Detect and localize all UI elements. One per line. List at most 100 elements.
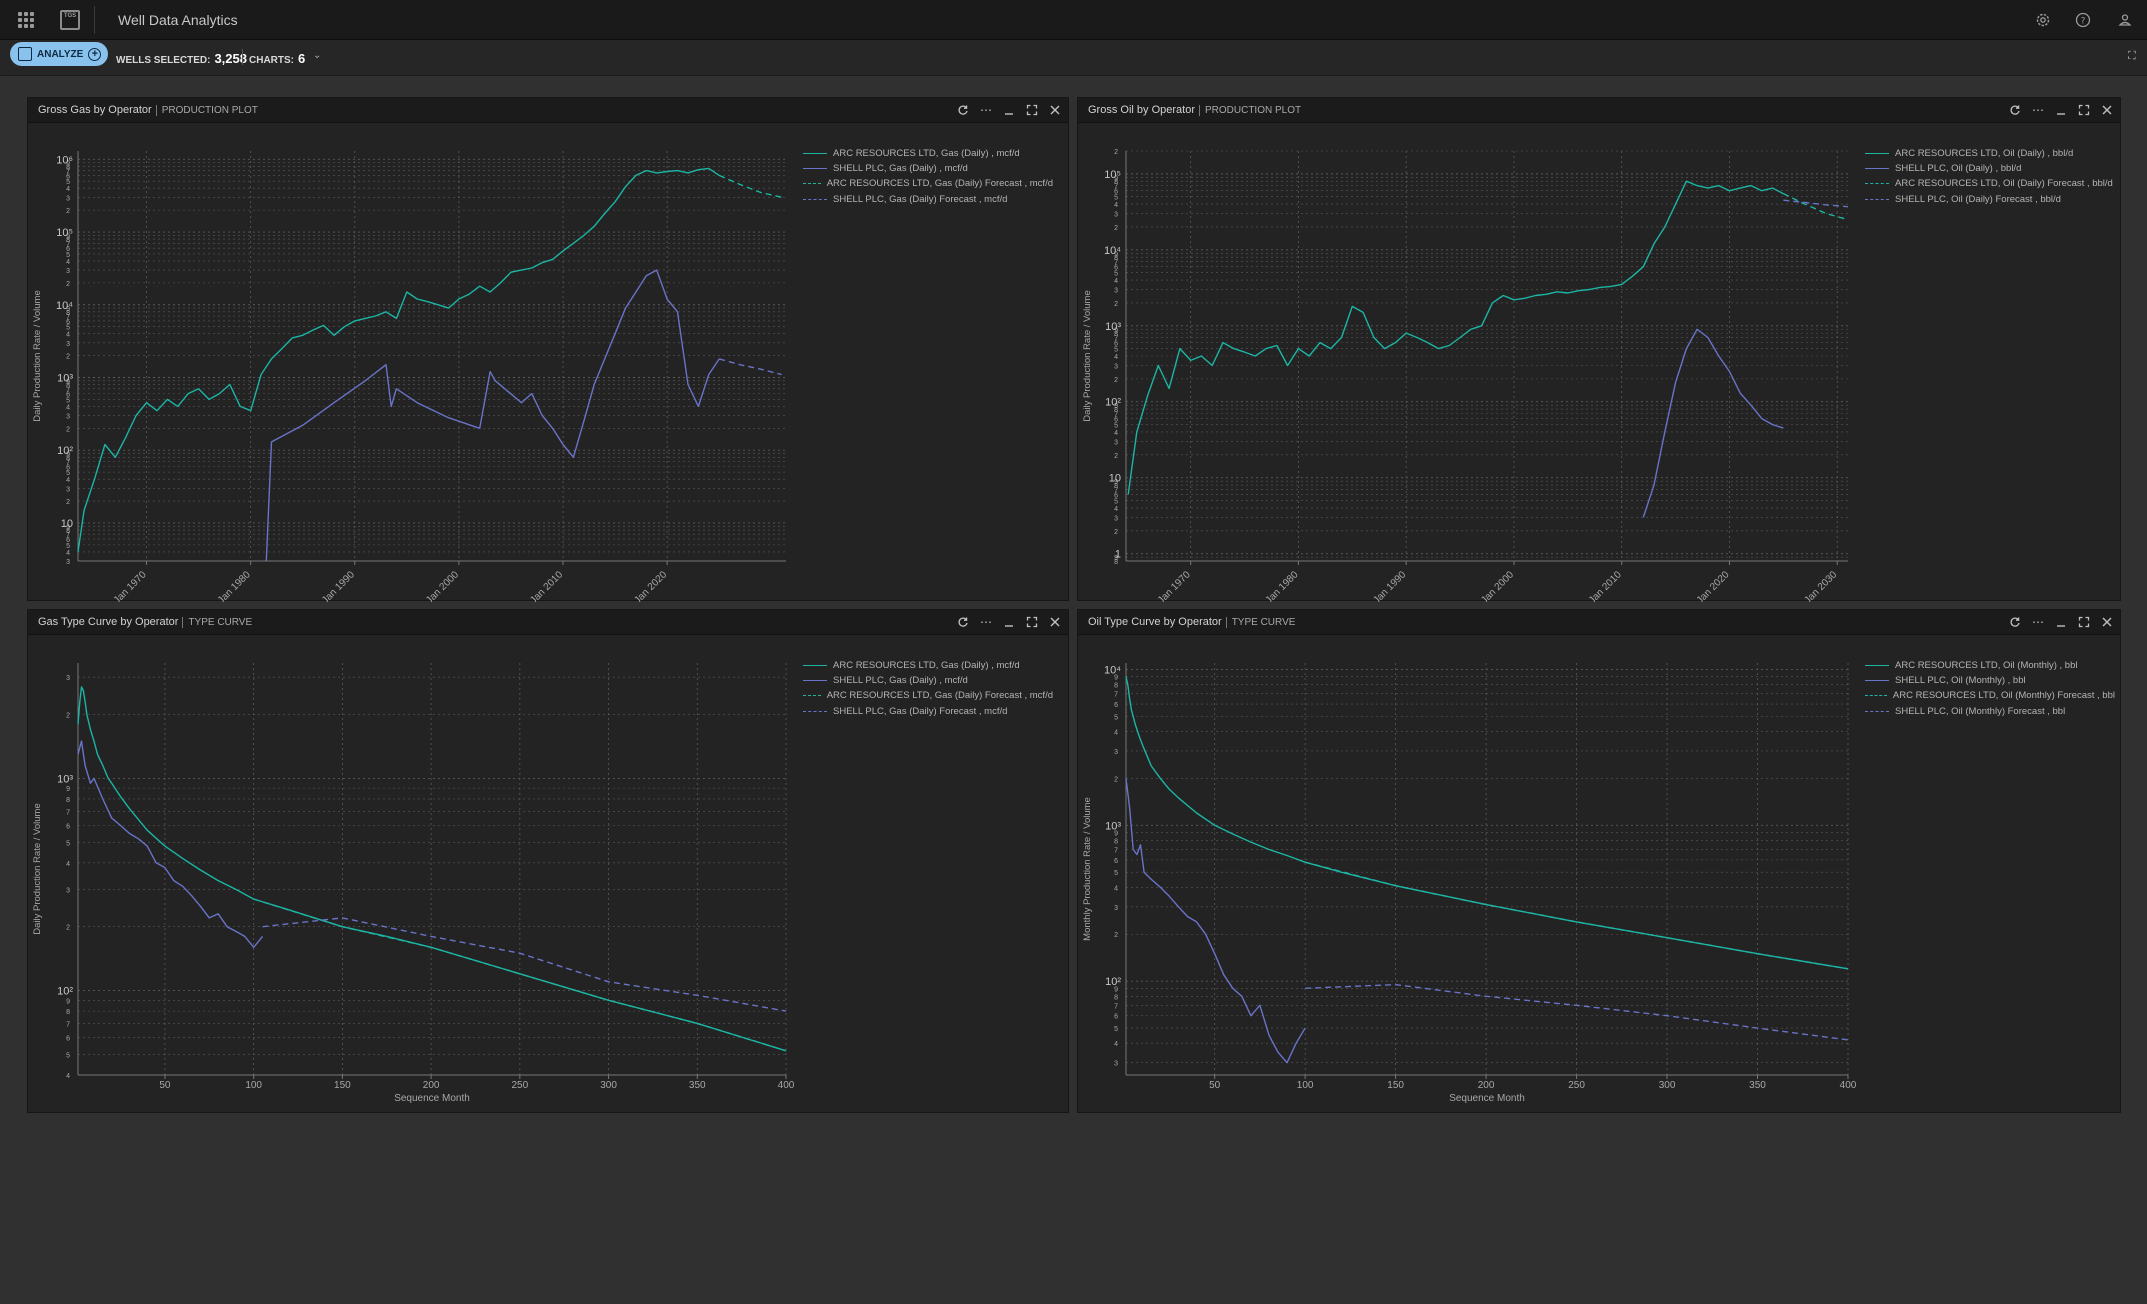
legend-item[interactable]: ARC RESOURCES LTD, Oil (Monthly) Forecas… xyxy=(1865,688,2115,703)
maximize-icon[interactable] xyxy=(1025,614,1039,630)
y-tick-label: 10⁴ xyxy=(1104,664,1121,676)
charts-count: CHARTS: 6 xyxy=(249,51,305,66)
legend-label: SHELL PLC, Gas (Daily) Forecast , mcf/d xyxy=(833,705,1008,717)
close-icon[interactable] xyxy=(2100,614,2114,630)
maximize-icon[interactable] xyxy=(1025,102,1039,118)
y-minor-tick-label: 3 xyxy=(66,268,70,275)
more-icon[interactable]: ⋯ xyxy=(2031,102,2045,118)
legend-item[interactable]: SHELL PLC, Oil (Monthly) , bbl xyxy=(1865,673,2115,688)
more-icon[interactable]: ⋯ xyxy=(979,102,993,118)
legend-swatch xyxy=(1865,168,1889,170)
legend-item[interactable]: ARC RESOURCES LTD, Oil (Monthly) , bbl xyxy=(1865,658,2115,673)
x-tick-label: Jan 2010 xyxy=(528,569,565,602)
refresh-icon[interactable] xyxy=(956,102,970,118)
panel-actions: ⋯ xyxy=(956,102,1062,118)
legend-item[interactable]: ARC RESOURCES LTD, Gas (Daily) , mcf/d xyxy=(803,658,1053,673)
legend-item[interactable]: SHELL PLC, Gas (Daily) Forecast , mcf/d xyxy=(803,704,1053,719)
x-tick-label: 250 xyxy=(511,1080,528,1091)
close-icon[interactable] xyxy=(2100,102,2114,118)
x-tick-label: 100 xyxy=(1297,1080,1314,1091)
legend-item[interactable]: ARC RESOURCES LTD, Gas (Daily) , mcf/d xyxy=(803,146,1053,161)
y-minor-tick-label: 3 xyxy=(1114,1061,1118,1068)
series-line[interactable] xyxy=(1782,192,1849,221)
panel-header: Gross Gas by Operator PRODUCTION PLOT ⋯ xyxy=(28,98,1068,123)
y-minor-tick-label: 2 xyxy=(1114,225,1118,232)
x-tick-label: 350 xyxy=(1749,1080,1766,1091)
refresh-icon[interactable] xyxy=(2008,614,2022,630)
legend-item[interactable]: SHELL PLC, Gas (Daily) , mcf/d xyxy=(803,161,1053,176)
y-minor-tick-label: 6 xyxy=(1114,858,1118,865)
series-line[interactable] xyxy=(1783,199,1849,208)
legend-item[interactable]: SHELL PLC, Oil (Daily) , bbl/d xyxy=(1865,161,2115,176)
y-axis-title: Daily Production Rate / Volume xyxy=(32,803,43,934)
y-tick-label: 10⁴ xyxy=(56,300,73,312)
series-line[interactable] xyxy=(1125,778,1306,1064)
y-minor-tick-label: 5 xyxy=(1114,499,1118,506)
y-minor-tick-label: 3 xyxy=(1114,288,1118,295)
minimize-icon[interactable] xyxy=(1002,614,1016,630)
maximize-icon[interactable] xyxy=(2077,614,2091,630)
minimize-icon[interactable] xyxy=(1002,102,1016,118)
legend-label: SHELL PLC, Gas (Daily) Forecast , mcf/d xyxy=(833,193,1008,205)
series-line[interactable] xyxy=(77,167,720,553)
series-line[interactable] xyxy=(77,686,787,1052)
y-tick-label: 10³ xyxy=(57,372,73,384)
y-minor-tick-label: 3 xyxy=(66,195,70,202)
analyze-button[interactable]: ANALYZE + xyxy=(10,42,108,66)
more-icon[interactable]: ⋯ xyxy=(979,614,993,630)
legend-swatch xyxy=(803,198,827,200)
analyze-label: ANALYZE xyxy=(37,48,84,60)
legend-item[interactable]: ARC RESOURCES LTD, Oil (Daily) , bbl/d xyxy=(1865,146,2115,161)
legend-item[interactable]: SHELL PLC, Gas (Daily) Forecast , mcf/d xyxy=(803,192,1053,207)
user-icon[interactable] xyxy=(2116,11,2134,29)
x-tick-label: Jan 2010 xyxy=(1587,569,1624,602)
panel-title-text: Gross Gas by Operator xyxy=(38,104,152,116)
series-line[interactable] xyxy=(1125,676,1849,970)
series-line[interactable] xyxy=(718,174,782,198)
x-tick-label: 250 xyxy=(1568,1080,1585,1091)
panel-actions: ⋯ xyxy=(2008,102,2114,118)
divider xyxy=(242,49,243,65)
series-line[interactable] xyxy=(262,917,787,1012)
chevron-down-icon[interactable]: ⌄ xyxy=(313,50,321,61)
legend-item[interactable]: SHELL PLC, Gas (Daily) , mcf/d xyxy=(803,673,1053,688)
panel-subtitle: TYPE CURVE xyxy=(1225,617,1296,628)
company-logo: TGS xyxy=(60,10,80,30)
series-line[interactable] xyxy=(1127,180,1784,495)
legend-swatch xyxy=(1865,153,1889,155)
y-minor-tick-label: 3 xyxy=(66,414,70,421)
expand-icon[interactable]: ⛶ xyxy=(2128,50,2136,63)
x-tick-label: Jan 1990 xyxy=(1371,569,1408,602)
legend-item[interactable]: ARC RESOURCES LTD, Oil (Daily) Forecast … xyxy=(1865,176,2115,191)
series-line[interactable] xyxy=(719,358,782,376)
legend-item[interactable]: SHELL PLC, Oil (Daily) Forecast , bbl/d xyxy=(1865,192,2115,207)
y-minor-tick-label: 2 xyxy=(1114,776,1118,783)
y-minor-tick-label: 4 xyxy=(66,1073,70,1080)
gear-icon[interactable] xyxy=(2034,11,2052,29)
series-line[interactable] xyxy=(1305,983,1849,1041)
panel-subtitle: PRODUCTION PLOT xyxy=(155,105,258,116)
minimize-icon[interactable] xyxy=(2054,102,2068,118)
panel-title: Gross Gas by Operator PRODUCTION PLOT xyxy=(38,104,258,116)
minimize-icon[interactable] xyxy=(2054,614,2068,630)
y-minor-tick-label: 2 xyxy=(66,354,70,361)
y-tick-label: 10² xyxy=(57,986,73,998)
refresh-icon[interactable] xyxy=(956,614,970,630)
refresh-icon[interactable] xyxy=(2008,102,2022,118)
maximize-icon[interactable] xyxy=(2077,102,2091,118)
legend-item[interactable]: SHELL PLC, Oil (Monthly) Forecast , bbl xyxy=(1865,704,2115,719)
top-bar: TGS Well Data Analytics ? xyxy=(0,0,2147,40)
legend-item[interactable]: ARC RESOURCES LTD, Gas (Daily) Forecast … xyxy=(803,176,1053,191)
close-icon[interactable] xyxy=(1048,102,1062,118)
x-tick-label: Jan 1980 xyxy=(1264,569,1301,602)
help-icon[interactable]: ? xyxy=(2074,11,2092,29)
x-tick-label: 50 xyxy=(1209,1080,1221,1091)
legend-label: ARC RESOURCES LTD, Gas (Daily) Forecast … xyxy=(826,690,1053,702)
app-launcher-icon[interactable] xyxy=(18,12,34,28)
close-icon[interactable] xyxy=(1048,614,1062,630)
more-icon[interactable]: ⋯ xyxy=(2031,614,2045,630)
legend-label: SHELL PLC, Gas (Daily) , mcf/d xyxy=(833,675,968,687)
y-minor-tick-label: 4 xyxy=(1114,430,1118,437)
legend-item[interactable]: ARC RESOURCES LTD, Gas (Daily) Forecast … xyxy=(803,688,1053,703)
y-minor-tick-label: 3 xyxy=(66,887,70,894)
